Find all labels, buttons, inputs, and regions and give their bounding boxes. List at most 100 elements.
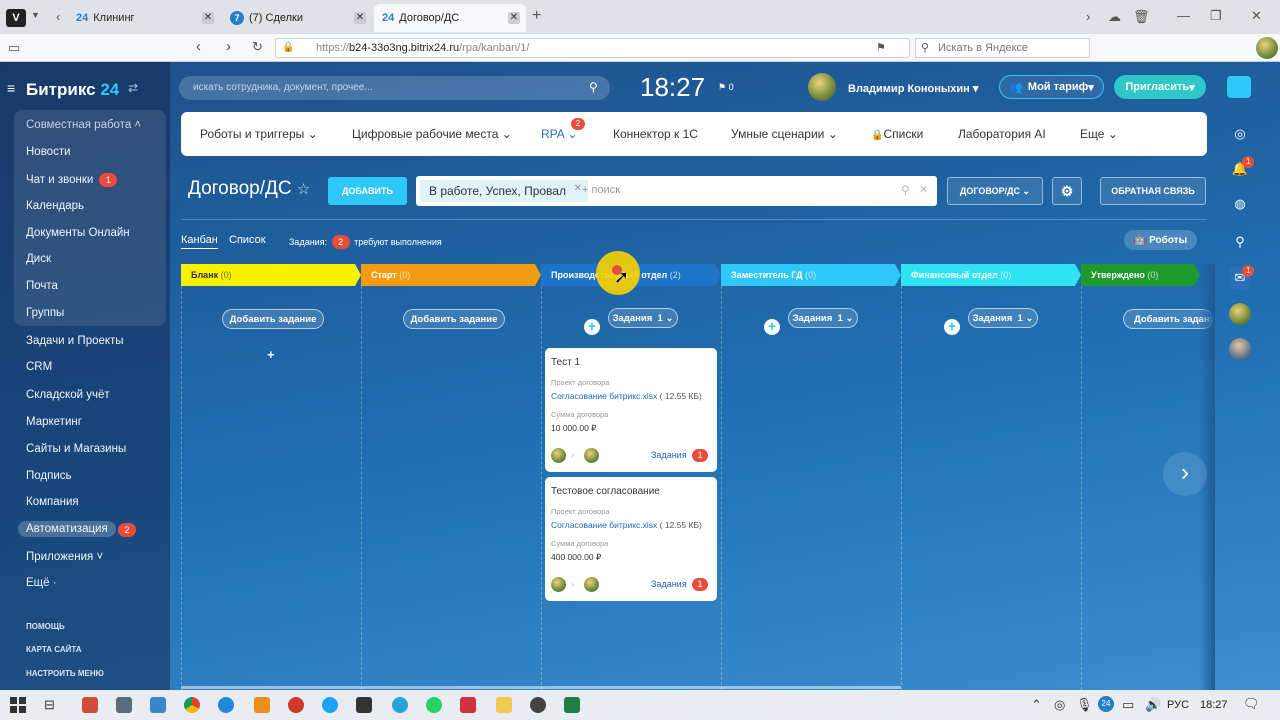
card-tasks-link[interactable]: Задания: [651, 450, 687, 460]
sidebar-item-more[interactable]: Ещё ·: [26, 577, 57, 589]
add-task-button[interactable]: Добавить задание: [403, 309, 505, 329]
stage-header[interactable]: Финансовый отдел (0): [901, 264, 1081, 286]
card-title[interactable]: Тест 1: [551, 357, 711, 368]
url-field[interactable]: 🔒 https://b24-33o3ng.bitrix24.ru/rpa/kan…: [275, 38, 910, 58]
search-icon[interactable]: ⚲: [901, 183, 910, 197]
copilot-icon[interactable]: ◎: [1229, 123, 1251, 145]
kanban-card[interactable]: Тест 1 Проект договора Согласование битр…: [545, 348, 717, 472]
excel-icon[interactable]: [564, 697, 580, 713]
nav-scenarios[interactable]: Умные сценарии ⌄: [731, 127, 838, 141]
telegram-icon[interactable]: [392, 697, 408, 713]
network-icon[interactable]: ▭: [1122, 697, 1134, 713]
bitrix-tray-icon[interactable]: 24: [1098, 696, 1114, 712]
sidebar-item-docs[interactable]: Документы Онлайн: [26, 227, 130, 239]
configure-menu-link[interactable]: НАСТРОИТЬ МЕНЮ: [26, 669, 104, 678]
help-link[interactable]: ПОМОЩЬ: [26, 622, 65, 631]
tab-scroll-left-icon[interactable]: ‹: [56, 9, 60, 24]
tray-icon[interactable]: ◎: [1054, 697, 1065, 713]
edge-icon[interactable]: [218, 697, 234, 713]
tab-sdelki[interactable]: 7 (7) Сделки ✕: [222, 4, 372, 32]
taskbar-clock[interactable]: 18:27: [1200, 699, 1228, 711]
tab-dogovor[interactable]: 24 Договор/ДС ✕: [374, 4, 526, 32]
tariff-button[interactable]: 👥 Мой тариф ▾: [999, 75, 1104, 99]
tray-chevron-icon[interactable]: ⌃: [1031, 697, 1042, 713]
sidebar-item-marketing[interactable]: Маркетинг: [26, 416, 82, 428]
sidebar-item-groups[interactable]: Группы: [26, 307, 64, 319]
responsible-avatar[interactable]: [551, 577, 566, 592]
contact-avatar[interactable]: [1229, 303, 1251, 325]
vivaldi-icon[interactable]: [460, 697, 476, 713]
stage-header[interactable]: Утверждено (0): [1081, 264, 1200, 286]
notifications-icon[interactable]: 🗨: [1243, 696, 1260, 712]
reload-icon[interactable]: ↻: [252, 39, 263, 55]
flag-counter[interactable]: ⚑ 0: [718, 82, 734, 93]
forward-icon[interactable]: ›: [226, 38, 231, 55]
panel-toggle-icon[interactable]: ▭: [8, 40, 20, 56]
quick-access-icon[interactable]: [1227, 76, 1251, 98]
search-icon[interactable]: ⚲: [1229, 231, 1251, 253]
sidebar-item-company[interactable]: Компания: [26, 496, 79, 508]
global-search-input[interactable]: искать сотрудника, документ, прочее... ⚲: [179, 76, 610, 100]
add-item-plus[interactable]: +: [267, 347, 275, 362]
calculator-icon[interactable]: [116, 697, 132, 713]
tasks-dropdown[interactable]: Задания 1 ⌄: [608, 308, 678, 328]
clear-icon[interactable]: ✕: [919, 183, 928, 196]
cloud-icon[interactable]: ☁: [1108, 9, 1121, 25]
user-name[interactable]: Владимир Кононыхин ▾: [848, 82, 978, 95]
help-circle-icon[interactable]: ◍: [1229, 193, 1251, 215]
scroll-right-arrow[interactable]: ›: [1163, 452, 1207, 496]
tab-list[interactable]: Список: [229, 234, 266, 246]
close-window-icon[interactable]: ✕: [1251, 8, 1262, 24]
start-icon[interactable]: [10, 697, 26, 713]
sitemap-link[interactable]: КАРТА САЙТА: [26, 645, 82, 654]
volume-icon[interactable]: 🔊: [1145, 697, 1161, 713]
clock[interactable]: 18:27: [640, 72, 705, 103]
app-icon[interactable]: [288, 697, 304, 713]
logo[interactable]: Битрикс 24: [26, 80, 119, 100]
tasks-dropdown[interactable]: Задания 1 ⌄: [968, 308, 1038, 328]
sidebar-item-chat[interactable]: Чат и звонки 1: [26, 173, 118, 187]
sidebar-item-disk[interactable]: Диск: [26, 253, 51, 265]
app-icon[interactable]: [254, 697, 270, 713]
kanban-card[interactable]: Тестовое согласование Проект договора Со…: [545, 477, 717, 601]
browser-profile-avatar[interactable]: [1256, 37, 1278, 59]
gear-icon[interactable]: ⚙: [1052, 177, 1082, 205]
add-item-icon[interactable]: +: [764, 319, 780, 335]
vivaldi-menu-icon[interactable]: V: [6, 9, 26, 27]
sidebar-group-title[interactable]: Совместная работа ˄: [26, 119, 141, 131]
card-file-link[interactable]: Согласование битрикс.xlsx ( 12.55 КБ): [551, 520, 711, 530]
nav-workplaces[interactable]: Цифровые рабочие места ⌄: [352, 127, 512, 141]
sidebar-item-sites[interactable]: Сайты и Магазины: [26, 443, 126, 455]
media-icon[interactable]: [530, 697, 546, 713]
responsible-avatar[interactable]: [551, 448, 566, 463]
chrome-icon[interactable]: [184, 697, 200, 713]
tab-kanban[interactable]: Канбан: [181, 234, 218, 249]
whatsapp-icon[interactable]: [426, 697, 442, 713]
entity-type-dropdown[interactable]: ДОГОВОР/ДС ⌄: [947, 177, 1043, 205]
chevron-down-icon[interactable]: ▼: [31, 10, 40, 20]
tasks-required[interactable]: Задания: 2 требуют выполнения: [289, 235, 442, 249]
robots-button[interactable]: 🤖 Роботы: [1124, 230, 1197, 250]
trash-icon[interactable]: 🗑: [1133, 9, 1150, 25]
back-icon[interactable]: ‹: [196, 38, 201, 55]
tasks-dropdown[interactable]: Задания 1 ⌄: [788, 308, 858, 328]
close-icon[interactable]: ✕: [508, 12, 520, 24]
skype-icon[interactable]: [322, 697, 338, 713]
tab-scroll-right-icon[interactable]: ›: [1086, 9, 1090, 24]
add-item-icon[interactable]: +: [944, 319, 960, 335]
add-task-button[interactable]: Добавить задание: [222, 309, 324, 329]
task-view-icon[interactable]: ⊟: [44, 697, 55, 713]
sidebar-item-sign[interactable]: Подпись: [26, 470, 72, 482]
close-icon[interactable]: ✕: [202, 12, 214, 24]
invite-button[interactable]: Пригласить ▾: [1114, 75, 1206, 99]
new-tab-icon[interactable]: +: [532, 7, 541, 25]
close-icon[interactable]: ✕: [354, 12, 366, 24]
nav-rpa[interactable]: RPA ⌄: [541, 127, 578, 141]
swap-icon[interactable]: ⇄: [128, 81, 138, 95]
bookmark-icon[interactable]: ⚑: [876, 41, 886, 54]
nav-more[interactable]: Еще ⌄: [1080, 127, 1118, 141]
folder-icon[interactable]: [496, 697, 512, 713]
card-title[interactable]: Тестовое согласование: [551, 486, 711, 497]
observer-avatar[interactable]: [584, 577, 599, 592]
card-file-link[interactable]: Согласование битрикс.xlsx ( 12.55 КБ): [551, 391, 711, 401]
